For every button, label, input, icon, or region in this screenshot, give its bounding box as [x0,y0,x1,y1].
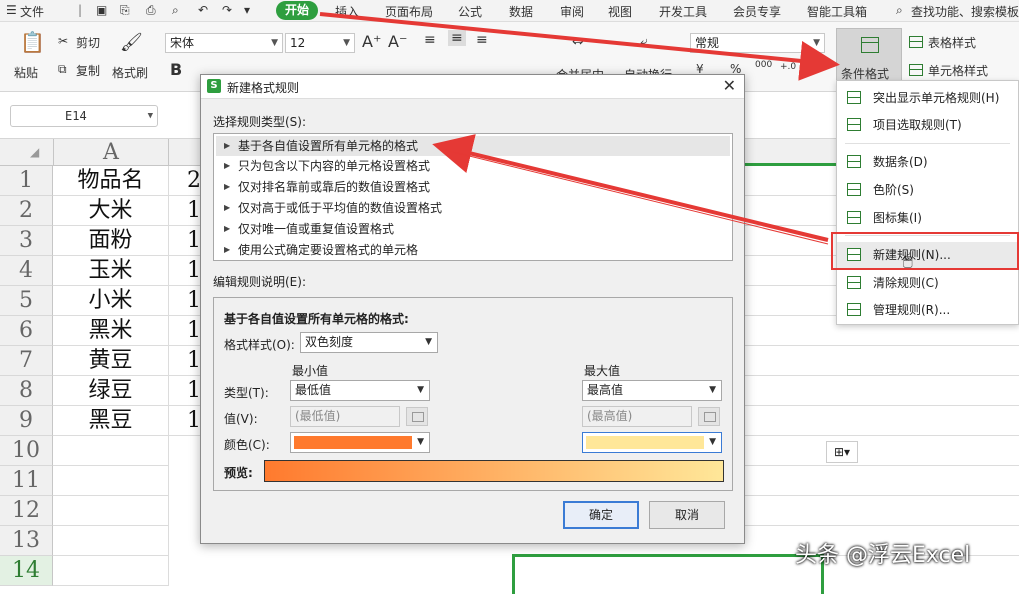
arrow-to-rule-type [432,134,829,242]
watermark: 头条 @浮云Excel [795,543,971,568]
arrow-to-conditional-format [319,12,840,81]
arrow-thin-line [444,149,829,245]
annotation-arrows [319,12,840,245]
mouse-cursor-icon: 🖱 [903,250,913,269]
